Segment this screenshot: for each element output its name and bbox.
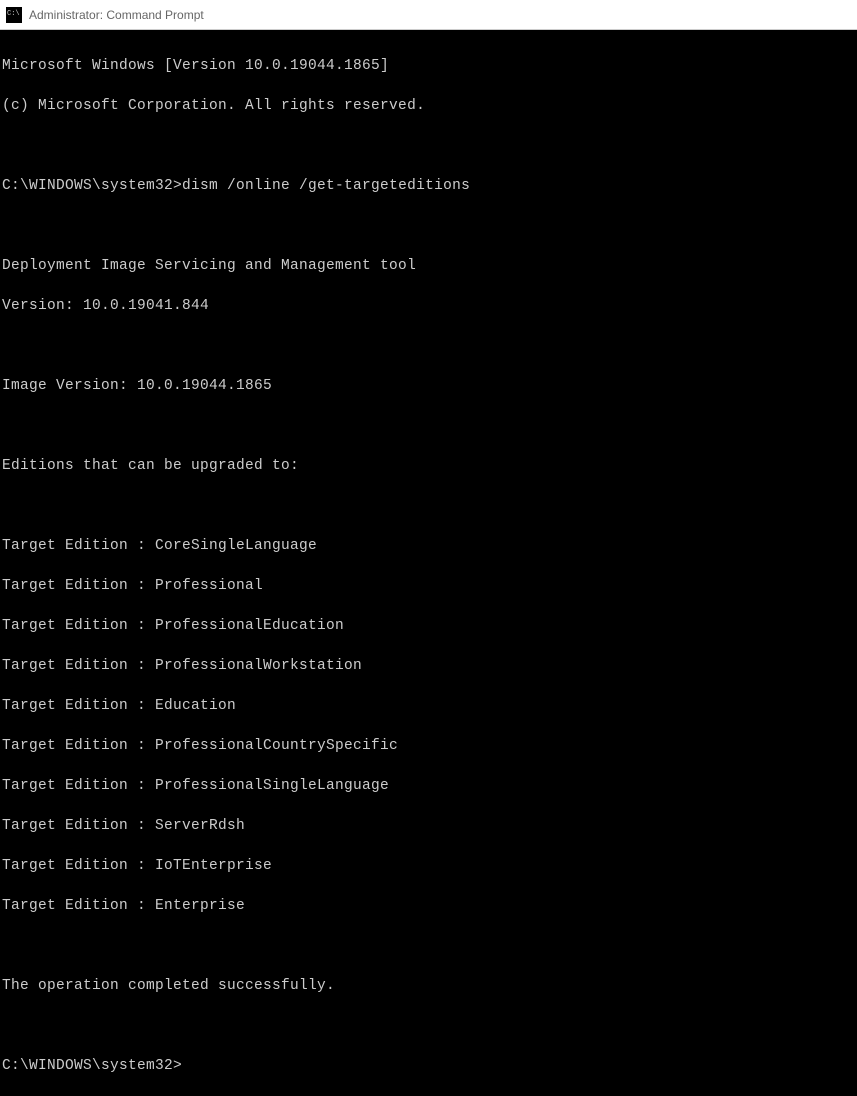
target-edition: Target Edition : Professional bbox=[2, 576, 857, 596]
target-edition: Target Edition : Enterprise bbox=[2, 896, 857, 916]
blank-line bbox=[2, 136, 857, 156]
target-edition: Target Edition : ProfessionalCountrySpec… bbox=[2, 736, 857, 756]
window-title: Administrator: Command Prompt bbox=[29, 8, 204, 22]
prompt-line-1: C:\WINDOWS\system32>dism /online /get-ta… bbox=[2, 176, 857, 196]
target-edition: Target Edition : IoTEnterprise bbox=[2, 856, 857, 876]
blank-line bbox=[2, 936, 857, 956]
image-version: Image Version: 10.0.19044.1865 bbox=[2, 376, 857, 396]
blank-line bbox=[2, 1016, 857, 1036]
editions-header: Editions that can be upgraded to: bbox=[2, 456, 857, 476]
blank-line bbox=[2, 416, 857, 436]
cmd-icon bbox=[6, 7, 22, 23]
target-edition: Target Edition : CoreSingleLanguage bbox=[2, 536, 857, 556]
blank-line bbox=[2, 216, 857, 236]
prompt-line-2[interactable]: C:\WINDOWS\system32> bbox=[2, 1056, 857, 1076]
target-edition: Target Edition : ProfessionalWorkstation bbox=[2, 656, 857, 676]
target-edition: Target Edition : ServerRdsh bbox=[2, 816, 857, 836]
terminal-output[interactable]: Microsoft Windows [Version 10.0.19044.18… bbox=[0, 30, 857, 1096]
prompt-path: C:\WINDOWS\system32> bbox=[2, 178, 182, 194]
window-titlebar[interactable]: Administrator: Command Prompt bbox=[0, 0, 857, 30]
prompt-path: C:\WINDOWS\system32> bbox=[2, 1058, 182, 1074]
banner-copyright: (c) Microsoft Corporation. All rights re… bbox=[2, 96, 857, 116]
target-edition: Target Edition : Education bbox=[2, 696, 857, 716]
prompt-command: dism /online /get-targeteditions bbox=[182, 178, 470, 194]
target-edition: Target Edition : ProfessionalEducation bbox=[2, 616, 857, 636]
tool-version: Version: 10.0.19041.844 bbox=[2, 296, 857, 316]
tool-name: Deployment Image Servicing and Managemen… bbox=[2, 256, 857, 276]
completion-message: The operation completed successfully. bbox=[2, 976, 857, 996]
banner-version: Microsoft Windows [Version 10.0.19044.18… bbox=[2, 56, 857, 76]
blank-line bbox=[2, 496, 857, 516]
blank-line bbox=[2, 336, 857, 356]
target-edition: Target Edition : ProfessionalSingleLangu… bbox=[2, 776, 857, 796]
